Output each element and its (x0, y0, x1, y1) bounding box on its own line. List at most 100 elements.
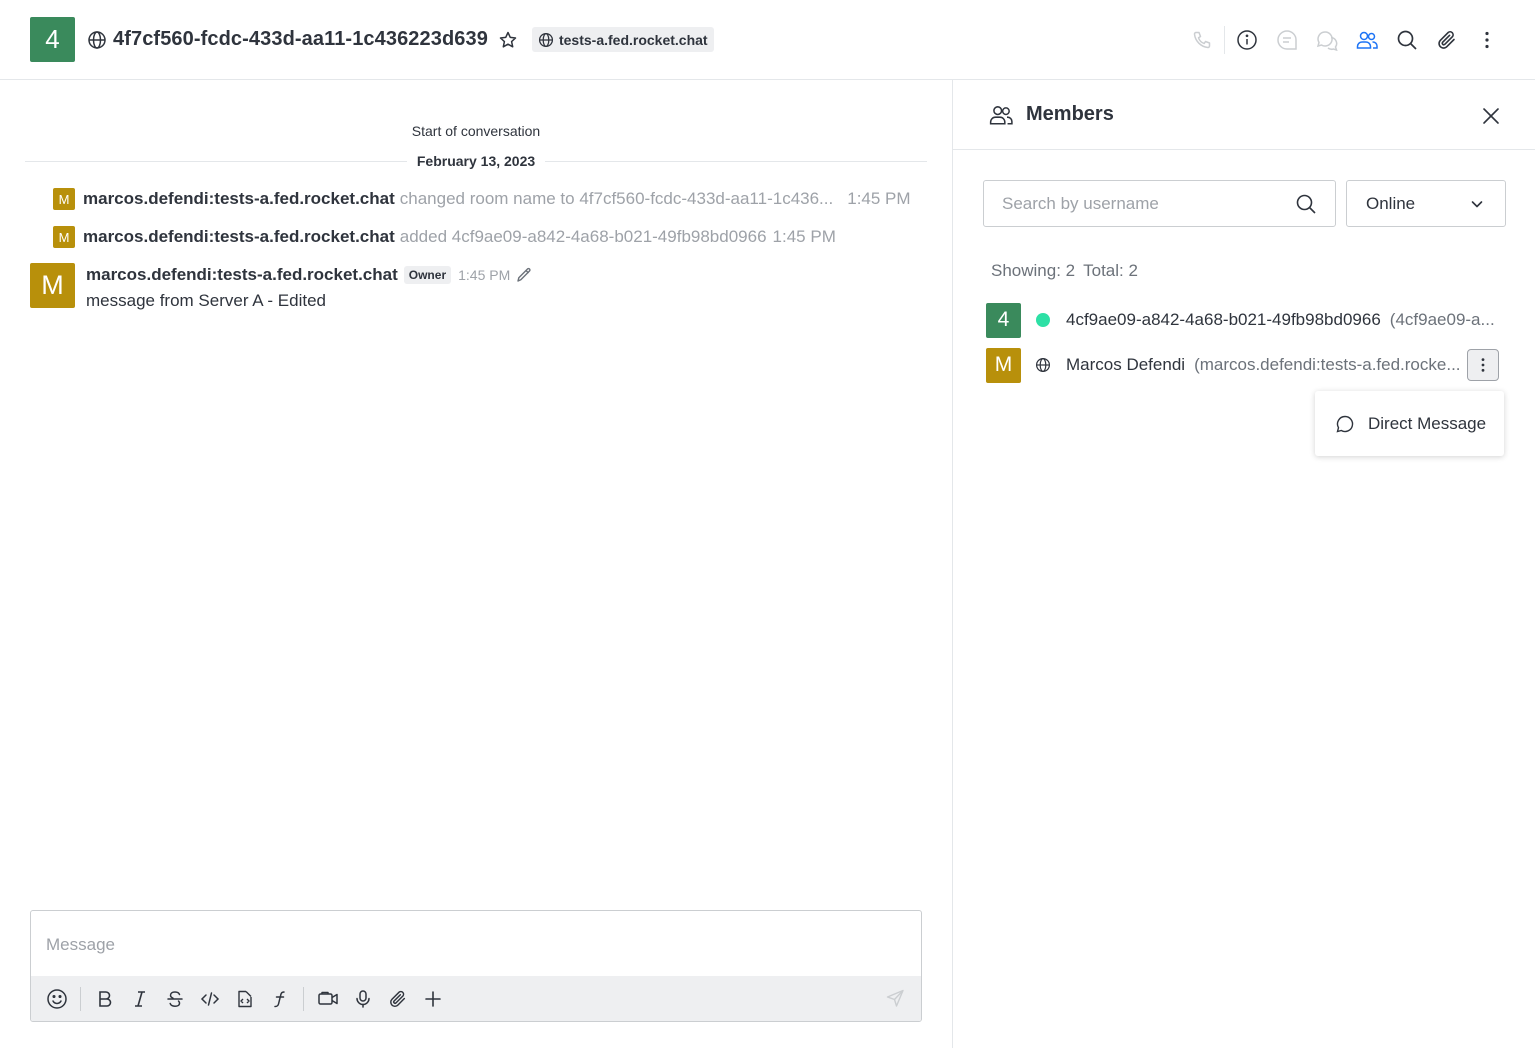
status-filter-select[interactable]: Online (1346, 180, 1506, 227)
member-row[interactable]: 4 4cf9ae09-a842-4a68-b021-49fb98bd0966 (… (986, 302, 1506, 338)
info-icon (1237, 30, 1257, 50)
video-message-button[interactable] (310, 983, 345, 1015)
message-username[interactable]: marcos.defendi:tests-a.fed.rocket.chat (83, 189, 395, 209)
chat-bubble-icon (1336, 415, 1354, 432)
message-username[interactable]: marcos.defendi:tests-a.fed.rocket.chat (83, 227, 395, 247)
files-button[interactable] (1427, 24, 1467, 56)
member-options-button[interactable] (1466, 349, 1499, 381)
members-icon (1356, 31, 1378, 49)
role-badge: Owner (403, 266, 452, 284)
federated-globe-icon (87, 30, 107, 50)
send-button[interactable] (879, 982, 911, 1014)
avatar: 4 (986, 302, 1021, 338)
call-button[interactable] (1182, 24, 1222, 56)
toolbar-divider (303, 986, 304, 1011)
date-label: February 13, 2023 (416, 153, 536, 169)
room-avatar[interactable]: 4 (30, 17, 75, 62)
globe-icon (538, 32, 554, 47)
system-message: M marcos.defendi:tests-a.fed.rocket.chat… (53, 225, 836, 249)
members-panel: Members Online Showing: 2 Total: 2 4 4cf9… (952, 80, 1535, 1048)
member-options-menu-item-direct-message[interactable]: Direct Message (1315, 391, 1504, 456)
threads-icon (1277, 30, 1297, 50)
inline-code-button[interactable] (192, 983, 227, 1015)
avatar[interactable]: M (30, 263, 75, 308)
room-info-button[interactable] (1227, 24, 1267, 56)
room-title: 4f7cf560-fcdc-433d-aa11-1c436223d639 (113, 28, 488, 50)
member-username: (marcos.defendi:tests-a.fed.rocke... (1194, 355, 1461, 374)
chevron-down-icon (1471, 200, 1483, 207)
bold-icon (98, 990, 111, 1007)
system-message: M marcos.defendi:tests-a.fed.rocket.chat… (53, 187, 911, 211)
code-block-button[interactable] (227, 983, 262, 1015)
katex-button[interactable] (262, 983, 297, 1015)
avatar[interactable]: M (53, 188, 75, 210)
bold-button[interactable] (87, 983, 122, 1015)
strikethrough-button[interactable] (157, 983, 192, 1015)
members-button[interactable] (1347, 24, 1387, 56)
close-icon (1483, 108, 1499, 124)
search-messages-button[interactable] (1387, 24, 1427, 56)
panel-header: Members (953, 80, 1535, 150)
federation-server-tag: tests-a.fed.rocket.chat (531, 27, 714, 52)
composer-toolbar (31, 976, 921, 1021)
discussions-icon (1316, 31, 1338, 51)
emoji-icon (46, 988, 67, 1009)
message-time: 1:45 PM (847, 189, 911, 208)
member-username: (4cf9ae09-a... (1389, 310, 1495, 329)
status-filter-value: Online (1366, 193, 1416, 213)
federated-globe-icon (1035, 357, 1051, 373)
room-kebab-button[interactable] (1467, 24, 1507, 56)
edited-pencil-icon (515, 266, 533, 284)
plus-icon (424, 990, 441, 1007)
code-block-icon (237, 990, 252, 1007)
system-message-text: added 4cf9ae09-a842-4a68-b021-49fb98bd09… (399, 227, 767, 246)
member-name: 4cf9ae09-a842-4a68-b021-49fb98bd0966 (1066, 310, 1381, 329)
divider-line (25, 160, 407, 162)
message-list[interactable]: Start of conversation February 13, 2023 … (0, 80, 952, 1048)
phone-icon (1193, 31, 1211, 49)
message[interactable]: M marcos.defendi:tests-a.fed.rocket.chat… (30, 263, 533, 311)
message-header: marcos.defendi:tests-a.fed.rocket.chat O… (86, 263, 533, 287)
message-body: marcos.defendi:tests-a.fed.rocket.chat O… (86, 263, 533, 311)
member-name: Marcos Defendi (1066, 355, 1186, 374)
message-input[interactable]: Message (31, 911, 921, 977)
avatar[interactable]: M (53, 226, 75, 248)
threads-button[interactable] (1267, 24, 1307, 56)
message-time: 1:45 PM (458, 267, 511, 283)
system-message-text: changed room name to 4f7cf560-fcdc-433d-… (399, 189, 834, 208)
members-icon (989, 105, 1013, 124)
menu-item-label: Direct Message (1368, 413, 1487, 433)
emoji-button[interactable] (39, 983, 74, 1015)
divider-line (545, 160, 928, 162)
discussions-button[interactable] (1307, 24, 1347, 56)
more-actions-button[interactable] (415, 983, 450, 1015)
toolbar-divider (1224, 26, 1225, 54)
server-tag-label: tests-a.fed.rocket.chat (558, 31, 708, 48)
member-row[interactable]: M Marcos Defendi (marcos.defendi:tests-a… (986, 347, 1506, 383)
showing-count: Showing: 2 (991, 261, 1076, 280)
search-input[interactable] (1002, 193, 1295, 214)
member-counts: Showing: 2 Total: 2 (991, 261, 1138, 281)
italic-button[interactable] (122, 983, 157, 1015)
message-username[interactable]: marcos.defendi:tests-a.fed.rocket.chat (86, 265, 398, 285)
audio-message-button[interactable] (345, 983, 380, 1015)
attachment-icon (1438, 31, 1455, 49)
send-icon (886, 989, 904, 1007)
room-header: 4 4f7cf560-fcdc-433d-aa11-1c436223d639 t… (0, 0, 1535, 80)
audio-message-icon (355, 989, 370, 1008)
message-composer: Message (30, 910, 922, 1022)
avatar: M (986, 347, 1021, 383)
katex-icon (273, 990, 285, 1007)
room-toolbar (1182, 24, 1507, 56)
close-panel-button[interactable] (1477, 102, 1505, 130)
message-time: 1:45 PM (772, 227, 836, 246)
kebab-menu-icon (1481, 358, 1484, 372)
attach-file-button[interactable] (380, 983, 415, 1015)
toolbar-divider (80, 986, 81, 1011)
search-icon (1296, 194, 1316, 214)
italic-icon (134, 990, 145, 1007)
attachment-icon (389, 990, 405, 1007)
favorite-star-icon[interactable] (498, 30, 518, 50)
video-message-icon (317, 991, 338, 1005)
total-count: Total: 2 (1083, 261, 1138, 280)
